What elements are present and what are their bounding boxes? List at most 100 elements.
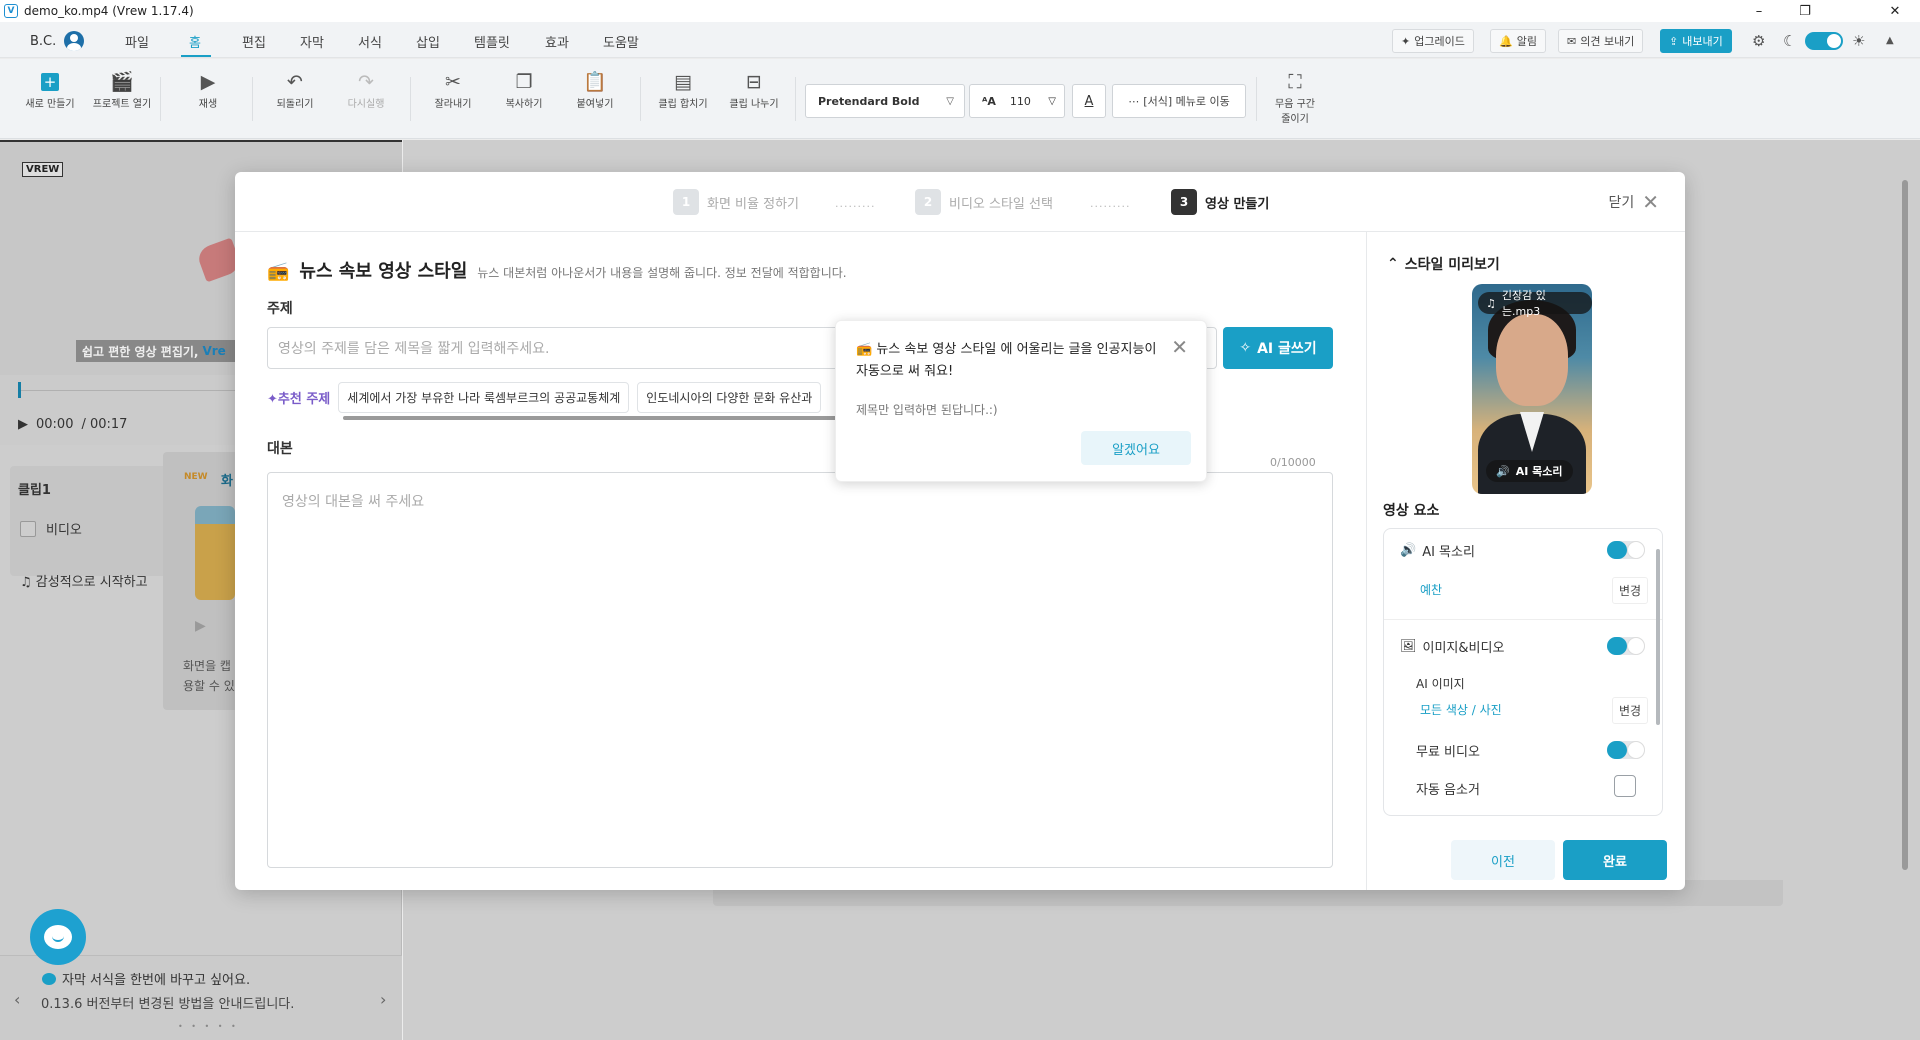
auto-mute-checkbox[interactable] [1614, 775, 1636, 797]
script-textarea[interactable]: 영상의 대본을 써 주세요 [267, 472, 1333, 868]
menu-format[interactable]: 서식 [358, 32, 382, 51]
clip-title: 클립1 [18, 483, 51, 498]
change-image-style-button[interactable]: 변경 [1612, 697, 1649, 724]
step-video-style[interactable]: 2 비디오 스타일 선택 [915, 189, 1053, 215]
sparkle-icon: ✦ [1401, 34, 1411, 48]
more-icon: ⋯ [1128, 94, 1140, 108]
split-clip-button[interactable]: ⊟ 클립 나누기 [724, 69, 784, 110]
toggle-knob [1627, 541, 1645, 559]
copy-icon: ❐ [515, 71, 533, 93]
music-tag: ♫ 긴장감 있는.mp3 [1478, 289, 1592, 318]
step-separator: ········· [1090, 200, 1131, 213]
menu-edit[interactable]: 편집 [242, 32, 266, 51]
clipboard-icon: 📋 [583, 71, 607, 93]
gear-icon[interactable]: ⚙ [1752, 32, 1765, 50]
feedback-button[interactable]: ✉ 의견 보내기 [1558, 29, 1644, 53]
editor-scrollbar[interactable] [1902, 180, 1908, 870]
style-preview-header[interactable]: ⌃ 스타일 미리보기 [1387, 254, 1500, 274]
clip-video-checkbox[interactable] [20, 520, 36, 537]
ai-voice-toggle[interactable] [1607, 541, 1645, 559]
tip-title[interactable]: 자막 서식을 한번에 바꾸고 싶어요. [42, 969, 250, 988]
notifications-button[interactable]: 🔔 알림 [1490, 29, 1546, 53]
chat-support-button[interactable] [30, 909, 86, 965]
text-color-button[interactable]: A [1072, 84, 1106, 118]
radio-icon: 📻 [267, 261, 290, 282]
ribbon-toolbar: + 새로 만들기 🎬 프로젝트 열기 ▶ 재생 ↶ 되돌리기 ↷ 다시실행 ✂ 잘라내기 ❐… [0, 59, 1920, 139]
font-size-select[interactable]: ᴬA 110 ▽ [969, 84, 1065, 118]
ai-image-label: AI 이미지 [1416, 677, 1465, 691]
menu-template[interactable]: 템플릿 [474, 32, 510, 51]
change-voice-button[interactable]: 변경 [1612, 577, 1649, 604]
chat-bubble-icon [42, 972, 56, 985]
menu-insert[interactable]: 삽입 [416, 32, 440, 51]
play-icon[interactable]: ▶ [195, 618, 206, 634]
free-video-toggle[interactable] [1607, 741, 1645, 759]
elements-scrollbar[interactable] [1656, 549, 1660, 725]
close-icon[interactable]: ✕ [1171, 335, 1188, 359]
auto-mute-row: 자동 음소거 [1416, 783, 1480, 798]
image-video-toggle[interactable] [1607, 637, 1645, 655]
toggle-on [1607, 637, 1627, 655]
popover-ok-button[interactable]: 알겠어요 [1081, 431, 1191, 465]
toolbar-divider [1256, 77, 1257, 121]
voice-name[interactable]: 예찬 [1420, 581, 1442, 598]
done-button[interactable]: 완료 [1563, 840, 1667, 880]
active-menu-indicator [181, 55, 211, 57]
open-project-button[interactable]: 🎬 프로젝트 열기 [92, 69, 152, 110]
bell-icon: 🔔 [1499, 34, 1513, 48]
ai-image-style[interactable]: 모든 색상 / 사진 [1420, 701, 1502, 718]
cut-button[interactable]: ✂ 잘라내기 [423, 69, 483, 110]
close-dialog-button[interactable]: 닫기 ✕ [1608, 190, 1659, 214]
export-button[interactable]: ⇪ 내보내기 [1660, 29, 1732, 53]
play-icon[interactable]: ▶ [18, 417, 28, 432]
music-note-icon: ♫ [1486, 296, 1496, 310]
copy-button[interactable]: ❐ 복사하기 [494, 69, 554, 110]
time-display: ▶ 00:00 / 00:17 [18, 417, 128, 432]
voice-icon: 🔊 [1400, 543, 1417, 558]
merge-clip-button[interactable]: ▤ 클립 합치기 [653, 69, 713, 110]
new-project-button[interactable]: + 새로 만들기 [20, 69, 80, 110]
undo-icon: ↶ [287, 71, 303, 93]
paste-button[interactable]: 📋 붙여넣기 [565, 69, 625, 110]
toolbar-divider [640, 77, 641, 121]
style-preview-thumbnail: ♫ 긴장감 있는.mp3 🔊 AI 목소리 [1472, 284, 1592, 494]
tip-pagination: • • • • • [178, 1022, 239, 1031]
reduce-silence-button[interactable]: ⛶ 무음 구간 줄이기 [1265, 69, 1325, 125]
vrew-app-icon: V [4, 4, 18, 18]
format-menu-button[interactable]: ⋯ [서식] 메뉴로 이동 [1112, 84, 1246, 118]
script-label: 대본 [267, 441, 293, 457]
chevron-left-icon[interactable]: ‹ [14, 990, 20, 1009]
topics-scrollbar[interactable] [343, 416, 903, 420]
magic-wand-icon: ✧ [1239, 340, 1252, 356]
step-aspect-ratio[interactable]: 1 화면 비율 정하기 [673, 189, 799, 215]
menu-bar: B.C. 파일 홈 편집 자막 서식 삽입 템플릿 효과 도움말 ✦ 업그레이드 … [0, 22, 1920, 58]
radio-icon: 📻 [856, 342, 873, 357]
restore-button[interactable]: ❐ [1782, 0, 1828, 22]
chevron-up-icon[interactable]: ▲ [1886, 35, 1894, 46]
menu-home[interactable]: 홈 [189, 32, 201, 51]
user-menu[interactable]: B.C. [30, 31, 85, 51]
theme-toggle[interactable] [1805, 32, 1843, 50]
upgrade-button[interactable]: ✦ 업그레이드 [1392, 29, 1474, 53]
topic-chip[interactable]: 세계에서 가장 부유한 나라 룩셈부르크의 공공교통체계 [338, 382, 630, 413]
popover-body: 제목만 입력하면 된답니다.:) [856, 403, 998, 417]
menu-effects[interactable]: 효과 [545, 32, 569, 51]
menu-help[interactable]: 도움말 [603, 32, 639, 51]
menu-file[interactable]: 파일 [125, 32, 149, 51]
redo-button[interactable]: ↷ 다시실행 [336, 69, 396, 110]
toggle-on [1607, 541, 1627, 559]
minimize-button[interactable]: – [1736, 0, 1782, 22]
undo-button[interactable]: ↶ 되돌리기 [265, 69, 325, 110]
chevron-right-icon[interactable]: › [380, 990, 386, 1009]
play-button[interactable]: ▶ 재생 [178, 69, 238, 110]
previous-button[interactable]: 이전 [1451, 840, 1555, 880]
topic-chip[interactable]: 인도네시아의 다양한 문화 유산과 [637, 382, 822, 413]
topic-label: 주제 [267, 301, 293, 317]
step-indicator: 1 화면 비율 정하기 ········· 2 비디오 스타일 선택 ·······… [235, 172, 1685, 232]
step-create-video[interactable]: 3 영상 만들기 [1171, 189, 1269, 215]
font-select[interactable]: Pretendard Bold ▽ [805, 84, 965, 118]
ai-write-button[interactable]: ✧ AI 글쓰기 [1223, 327, 1333, 369]
close-window-button[interactable]: ✕ [1872, 0, 1918, 22]
playhead[interactable] [18, 382, 21, 398]
menu-subtitle[interactable]: 자막 [300, 32, 324, 51]
